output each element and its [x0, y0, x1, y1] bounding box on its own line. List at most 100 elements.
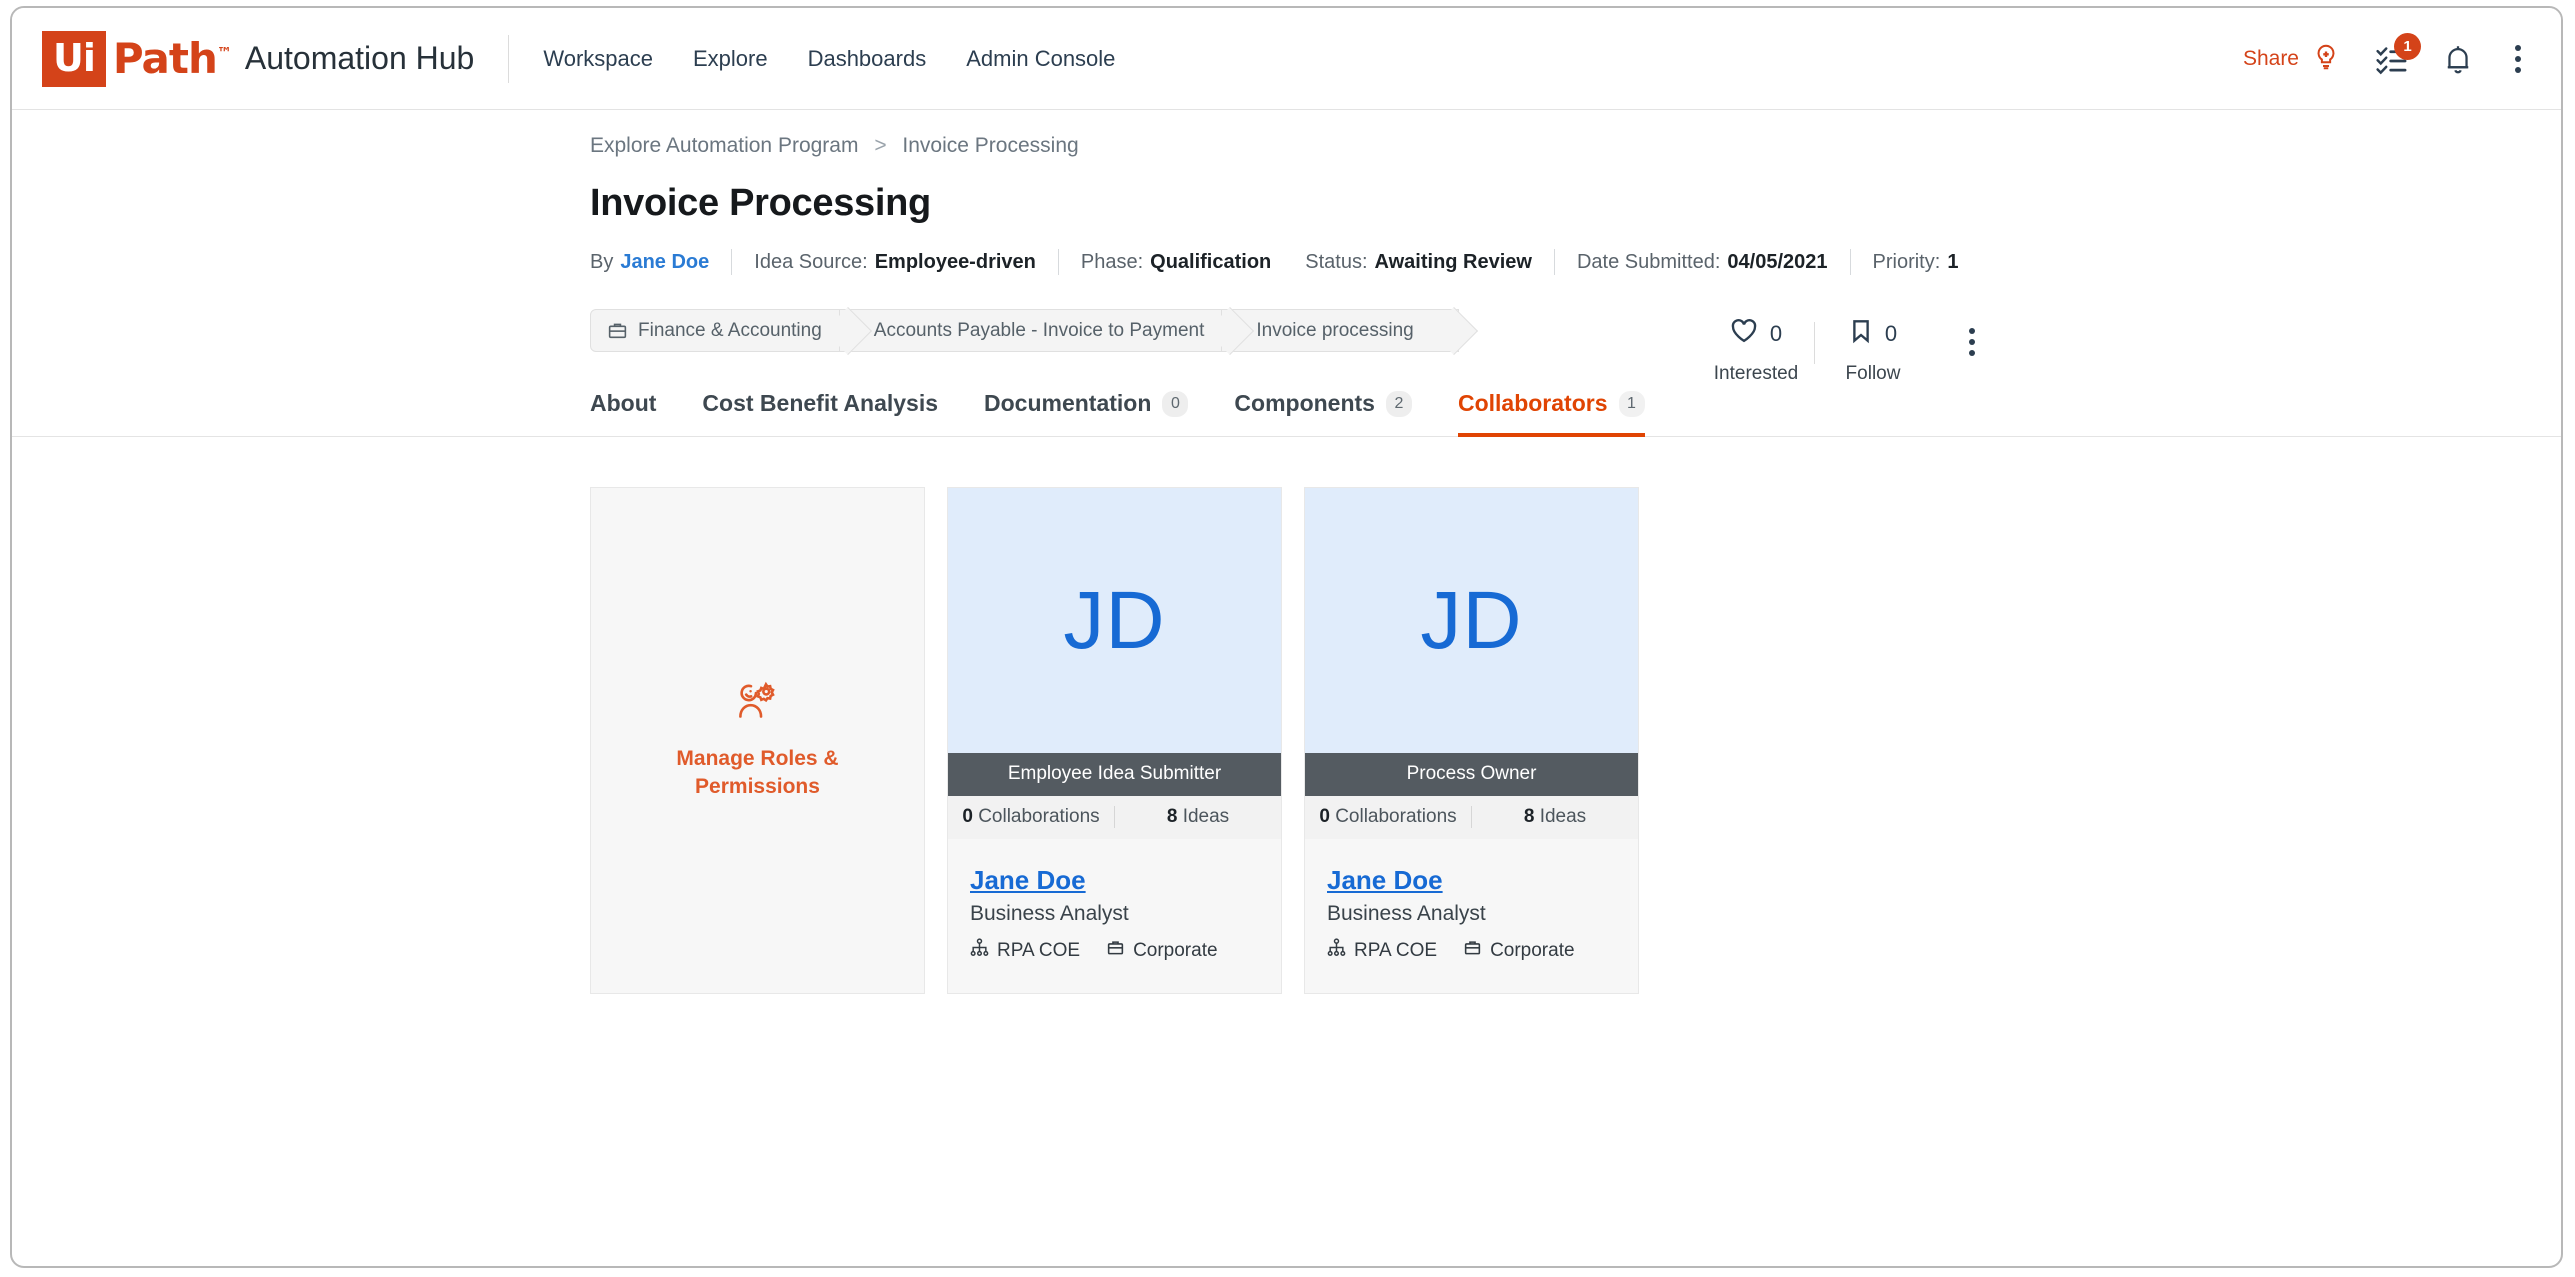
header-actions: Share 1 [2243, 8, 2529, 110]
follow-top: 0 [1849, 318, 1897, 349]
ideas-count: 8 [1523, 806, 1535, 827]
uipath-logo-icon: Ui Path™ [42, 30, 232, 87]
meta-date-submitted: Date Submitted: 04/05/2021 [1577, 251, 1828, 274]
nav-item-explore[interactable]: Explore [693, 46, 768, 72]
tab-count-badge: 1 [1618, 390, 1645, 417]
meta-status-label: Status: [1305, 250, 1368, 273]
collaborator-card: JD Process Owner 0 Collaborations 8 Idea… [1304, 487, 1639, 994]
dot [2515, 67, 2521, 73]
idea-metadata-row: By Jane Doe Idea Source: Employee-driven… [590, 249, 2561, 275]
tab-components[interactable]: Components 2 [1234, 390, 1412, 437]
category-chip-label: Invoice processing [1256, 319, 1414, 341]
tab-label: Components [1234, 390, 1375, 416]
dot [1969, 339, 1975, 345]
collaborator-department: RPA COE [997, 939, 1081, 961]
category-chip-accounts-payable[interactable]: Accounts Payable - Invoice to Payment [838, 309, 1236, 352]
share-label: Share [2242, 47, 2299, 70]
collaborations-label: Collaborations [1335, 806, 1457, 827]
share-button[interactable]: Share [2243, 42, 2341, 77]
collaborations-label: Collaborations [978, 806, 1100, 827]
avatar[interactable]: JD [948, 488, 1281, 753]
meta-idea-source-label: Idea Source: [754, 250, 868, 273]
tasks-button[interactable]: 1 [2375, 33, 2421, 75]
nav-item-admin-console[interactable]: Admin Console [966, 46, 1115, 72]
content-container: Explore Automation Program > Invoice Pro… [12, 110, 2561, 994]
category-chip-finance-accounting[interactable]: Finance & Accounting [590, 309, 853, 352]
dot [2515, 45, 2521, 51]
header-more-menu-icon[interactable] [2507, 41, 2529, 77]
collaborator-job-title: Business Analyst [970, 902, 1129, 925]
collaborator-stats: 0 Collaborations 8 Ideas [1305, 796, 1638, 839]
collaborators-grid: Manage Roles & Permissions JD Employee I… [590, 487, 2561, 994]
tab-about[interactable]: About [590, 390, 656, 437]
ideas-label: Ideas [1539, 806, 1587, 827]
dot [1969, 350, 1975, 356]
tab-label: Cost Benefit Analysis [702, 390, 939, 416]
meta-priority-value: 1 [1947, 250, 1959, 273]
tab-count-badge: 2 [1385, 390, 1412, 417]
dot [2515, 56, 2521, 62]
meta-date-value: 04/05/2021 [1727, 250, 1828, 273]
ideas-count: 8 [1166, 806, 1178, 827]
collaborator-organization: Corporate [1490, 939, 1575, 961]
collaborator-name-link[interactable]: Jane Doe [970, 865, 1086, 896]
follow-label: Follow [1845, 363, 1901, 384]
meta-phase-value: Qualification [1150, 250, 1272, 273]
collaborator-name-link[interactable]: Jane Doe [1327, 865, 1443, 896]
briefcase-icon [1106, 938, 1125, 963]
interested-top: 0 [1730, 318, 1782, 349]
tab-documentation[interactable]: Documentation 0 [984, 390, 1189, 437]
app-header: Ui Path™ Automation Hub Workspace Explor… [12, 8, 2561, 110]
collaborator-role-banner: Process Owner [1305, 753, 1638, 796]
meta-author-link[interactable]: Jane Doe [620, 251, 709, 274]
tasks-badge: 1 [2394, 33, 2421, 60]
briefcase-icon [607, 320, 628, 341]
meta-idea-source-value: Employee-driven [874, 250, 1036, 273]
follow-button[interactable]: 0 Follow [1815, 318, 1931, 385]
meta-priority-label: Priority: [1872, 250, 1941, 273]
nav-item-dashboards[interactable]: Dashboards [808, 46, 927, 72]
detail-tabs: About Cost Benefit Analysis Documentatio… [12, 390, 2561, 437]
page-body: Explore Automation Program > Invoice Pro… [12, 110, 2561, 994]
notifications-button[interactable] [2443, 43, 2473, 75]
tab-label: About [590, 390, 657, 416]
stat-collaborations: 0 Collaborations [948, 806, 1114, 828]
meta-phase-label: Phase: [1080, 250, 1144, 273]
category-trail: Finance & Accounting Accounts Payable - … [590, 309, 2561, 352]
breadcrumb-current: Invoice Processing [902, 134, 1079, 157]
breadcrumb-parent-link[interactable]: Explore Automation Program [590, 134, 858, 157]
tab-collaborators[interactable]: Collaborators 1 [1457, 390, 1645, 437]
meta-author-label: By [590, 250, 614, 273]
meta-author: By Jane Doe [590, 251, 709, 274]
stat-ideas: 8 Ideas [1115, 806, 1281, 828]
avatar-initials: JD [1420, 574, 1523, 666]
logo-ui-mark: Ui [42, 30, 106, 87]
tab-cost-benefit-analysis[interactable]: Cost Benefit Analysis [702, 390, 938, 437]
app-title: Automation Hub [244, 40, 475, 76]
stat-ideas: 8 Ideas [1472, 806, 1638, 828]
meta-phase: Phase: Qualification [1081, 251, 1271, 274]
tab-count-badge: 0 [1162, 390, 1189, 417]
idea-more-menu-icon[interactable] [1961, 324, 1983, 360]
meta-status-value: Awaiting Review [1374, 250, 1532, 273]
meta-divider [731, 249, 733, 275]
briefcase-icon [1463, 938, 1482, 963]
category-chip-invoice-processing[interactable]: Invoice processing [1221, 309, 1459, 352]
nav-item-workspace[interactable]: Workspace [543, 46, 653, 72]
primary-navigation: Workspace Explore Dashboards Admin Conso… [543, 46, 1115, 72]
collaborator-org-row: RPA COE Corporate [1327, 938, 1616, 963]
meta-divider [1849, 249, 1851, 275]
stat-collaborations: 0 Collaborations [1305, 806, 1471, 828]
avatar[interactable]: JD [1305, 488, 1638, 753]
category-chip-label: Accounts Payable - Invoice to Payment [873, 319, 1205, 341]
collaborator-card: JD Employee Idea Submitter 0 Collaborati… [947, 487, 1282, 994]
brand-logo[interactable]: Ui Path™ Automation Hub [42, 30, 475, 87]
interested-button[interactable]: 0 Interested [1698, 318, 1814, 385]
collaborator-role-banner: Employee Idea Submitter [948, 753, 1281, 796]
engagement-actions: 0 Interested 0 Follow [1698, 318, 1983, 385]
manage-roles-permissions-card[interactable]: Manage Roles & Permissions [590, 487, 925, 994]
follow-count: 0 [1884, 320, 1898, 346]
logo-path-text: Path™ [112, 34, 232, 83]
lightbulb-plus-icon [2311, 42, 2341, 77]
collaborations-count: 0 [1319, 806, 1330, 827]
